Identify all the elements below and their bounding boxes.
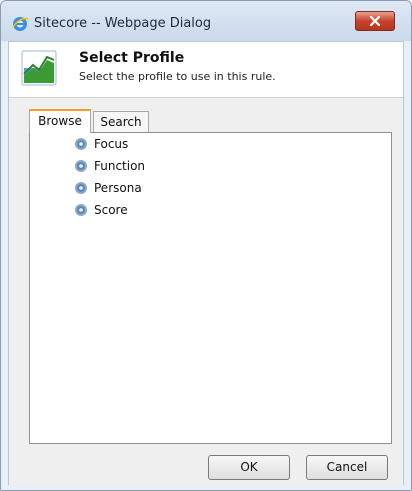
close-icon (369, 15, 381, 27)
tab-browse[interactable]: Browse (29, 109, 91, 133)
dialog-window: Sitecore -- Webpage Dialog Select Profil… (0, 0, 412, 491)
tree-item-label: Focus (94, 137, 129, 151)
dialog-content: Select Profile Select the profile to use… (8, 41, 404, 485)
ok-button[interactable]: OK (208, 455, 290, 480)
gear-icon (75, 182, 87, 194)
tree-item-label: Score (94, 203, 128, 217)
tab-search[interactable]: Search (93, 111, 149, 133)
close-button[interactable] (355, 11, 395, 31)
cancel-button[interactable]: Cancel (306, 455, 388, 480)
window-title: Sitecore -- Webpage Dialog (34, 16, 212, 31)
tree-item-label: Function (94, 159, 146, 173)
dialog-header: Select Profile Select the profile to use… (9, 42, 403, 97)
chart-trend-icon (21, 50, 57, 86)
title-bar[interactable]: Sitecore -- Webpage Dialog (1, 1, 411, 41)
profile-tree-panel: Focus Function Persona Score (29, 132, 392, 444)
gear-icon (75, 138, 87, 150)
page-title: Select Profile (79, 50, 185, 66)
internet-explorer-icon (12, 17, 29, 31)
gear-icon (75, 204, 87, 216)
tree-item-label: Persona (94, 181, 142, 195)
browse-area: Browse Search Focus Function Persona Sco… (9, 97, 403, 485)
gear-icon (75, 160, 87, 172)
page-subtitle: Select the profile to use in this rule. (79, 70, 276, 83)
